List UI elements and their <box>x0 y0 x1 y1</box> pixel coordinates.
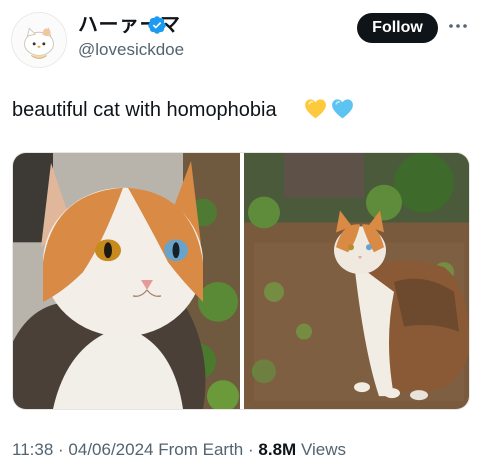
tweet-time[interactable]: 11:38 <box>12 440 53 459</box>
follow-button[interactable]: Follow <box>357 13 438 43</box>
tweet-date[interactable]: 04/06/2024 <box>68 440 153 459</box>
hello-kitty-avatar-icon <box>12 13 66 67</box>
cat-photo-closeup[interactable] <box>13 153 240 409</box>
yellow-heart-icon <box>305 99 326 119</box>
cat-full-body-image-icon <box>244 153 469 409</box>
cat-photo-full-body[interactable] <box>244 153 469 409</box>
blue-heart-icon <box>332 99 353 119</box>
meta-separator: · <box>248 440 254 459</box>
handle[interactable]: @lovesickdoe <box>78 40 184 60</box>
tweet-source: From Earth <box>158 440 244 459</box>
tweet-text: beautiful cat with homophobia <box>12 99 277 121</box>
views-count[interactable]: 8.8M <box>258 440 296 459</box>
verified-badge-icon <box>148 16 166 34</box>
media-grid <box>12 152 470 410</box>
cat-closeup-image-icon <box>13 153 240 409</box>
more-horizontal-icon[interactable] <box>446 16 470 36</box>
views-label[interactable]: Views <box>301 440 346 459</box>
meta-separator: · <box>58 440 64 459</box>
tweet-meta: 11:38 · 04/06/2024 From Earth · 8.8M Vie… <box>12 440 346 460</box>
avatar[interactable] <box>11 12 67 68</box>
